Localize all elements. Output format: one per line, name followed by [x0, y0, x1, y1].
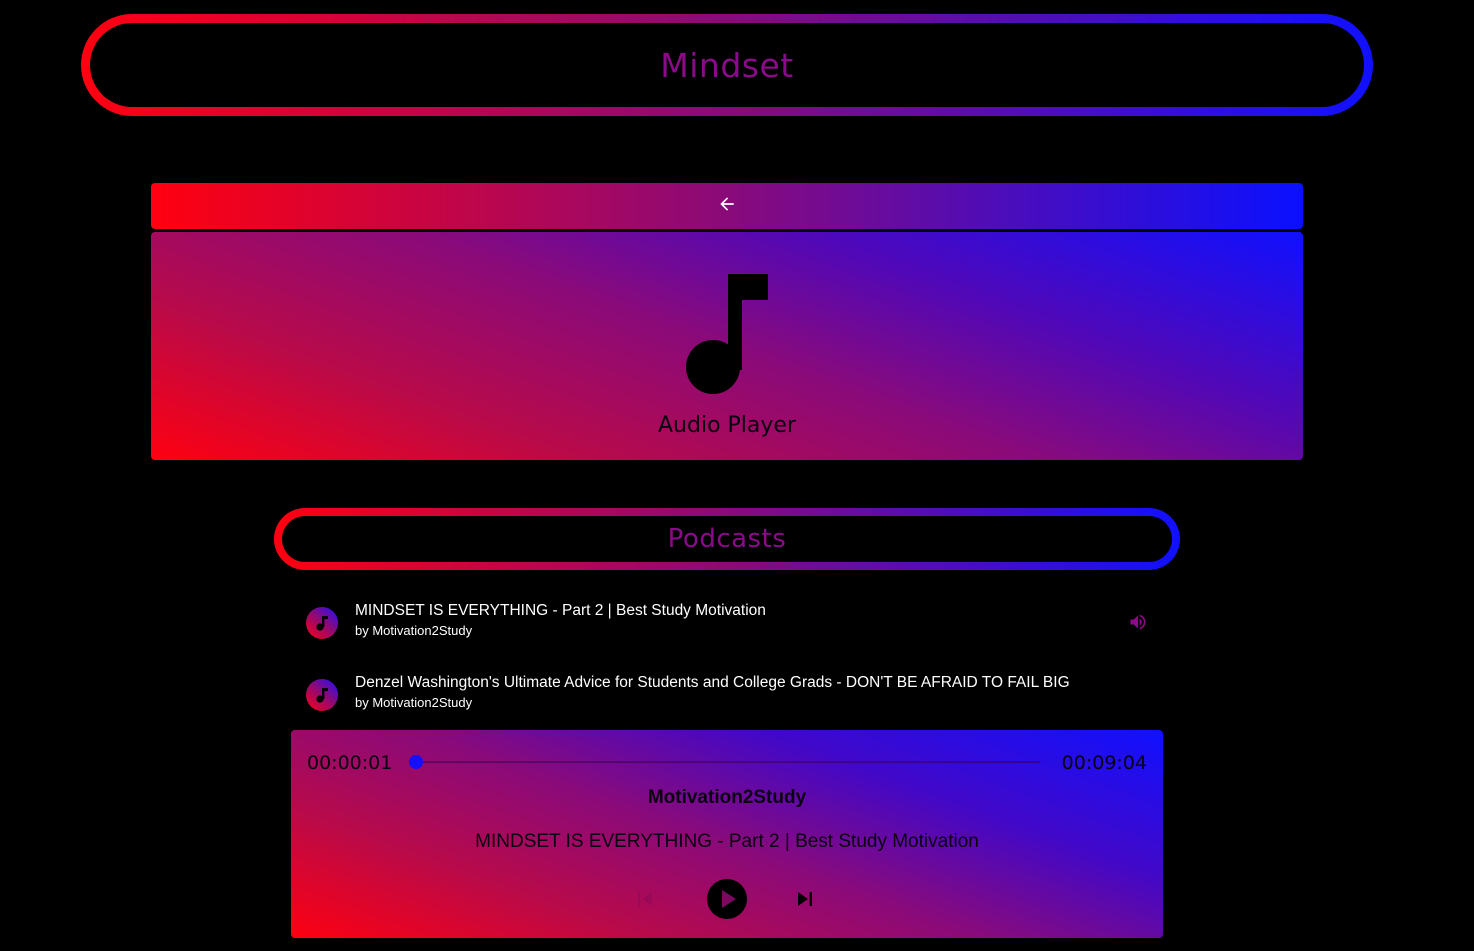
- player-artist: Motivation2Study: [647, 787, 807, 808]
- podcasts-heading-banner: Podcasts: [274, 508, 1180, 570]
- audio-player-panel: 00:00:01 00:09:04 Motivation2Study MINDS…: [291, 730, 1163, 938]
- back-button[interactable]: [151, 183, 1303, 229]
- total-time: 00:09:04: [1061, 752, 1147, 774]
- player-controls: [291, 877, 1163, 919]
- hero-label: Audio Player: [658, 413, 796, 438]
- podcast-author: by Motivation2Study: [355, 623, 473, 638]
- progress-thumb[interactable]: [409, 755, 424, 769]
- player-track-title: MINDSET IS EVERYTHING - Part 2 | Best St…: [475, 831, 979, 852]
- current-time: 00:00:01: [307, 752, 393, 774]
- audio-player-hero: Audio Player: [151, 232, 1303, 460]
- podcast-title: MINDSET IS EVERYTHING - Part 2 | Best St…: [355, 602, 766, 619]
- play-circle-icon[interactable]: [705, 877, 749, 926]
- skip-next-icon[interactable]: [791, 885, 819, 918]
- podcast-title: Denzel Washington's Ultimate Advice for …: [355, 674, 1070, 691]
- podcasts-heading-inner: Podcasts: [282, 516, 1172, 562]
- podcasts-heading: Podcasts: [667, 524, 787, 554]
- header-banner: Mindset: [81, 14, 1373, 116]
- page-title: Mindset: [660, 45, 794, 85]
- podcast-list-item-text: Denzel Washington's Ultimate Advice for …: [355, 673, 1070, 712]
- podcast-author: by Motivation2Study: [355, 695, 473, 710]
- podcast-list-item[interactable]: Denzel Washington's Ultimate Advice for …: [290, 663, 1164, 725]
- skip-previous-icon[interactable]: [631, 885, 659, 918]
- podcast-list-item[interactable]: MINDSET IS EVERYTHING - Part 2 | Best St…: [290, 591, 1164, 653]
- music-note-icon: [306, 679, 338, 711]
- music-note-icon: [686, 274, 768, 401]
- page: Mindset Audio Player Podcasts MINDSET IS…: [0, 0, 1474, 951]
- header-banner-inner: Mindset: [90, 23, 1364, 107]
- volume-icon: [1128, 612, 1148, 637]
- arrow-left-icon: [717, 194, 737, 219]
- music-note-icon: [306, 607, 338, 639]
- progress-slider[interactable]: [409, 755, 1040, 769]
- podcast-list-item-text: MINDSET IS EVERYTHING - Part 2 | Best St…: [355, 601, 766, 640]
